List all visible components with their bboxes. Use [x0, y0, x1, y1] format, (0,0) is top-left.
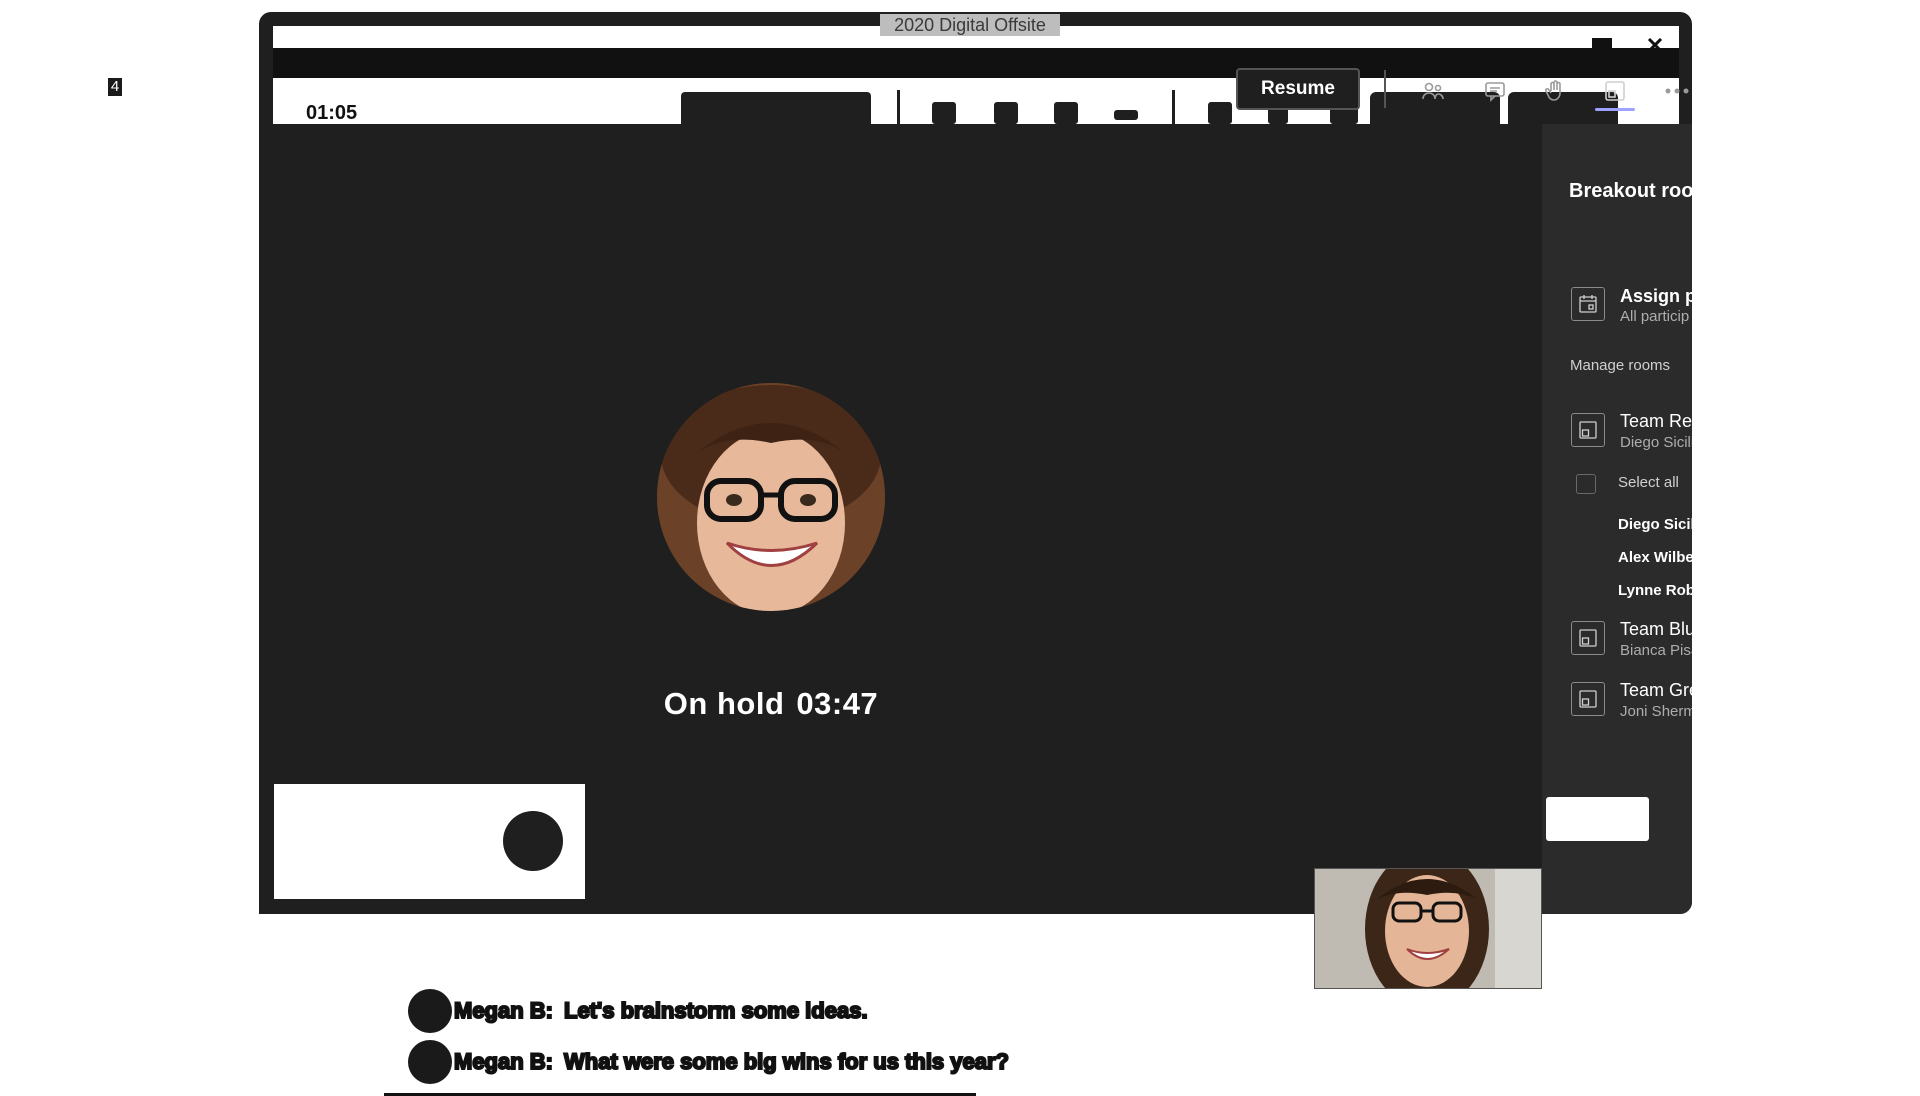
divider — [1172, 90, 1175, 124]
header-bar — [273, 48, 1679, 78]
more-options-icon[interactable] — [1660, 74, 1694, 108]
people-small-icon[interactable] — [1054, 102, 1078, 124]
participant-avatar — [657, 383, 885, 611]
member-name[interactable]: Alex Wilbe — [1618, 549, 1694, 566]
room-sub-green: Joni Sherm — [1620, 703, 1696, 720]
room-name-red[interactable]: Team Red — [1620, 411, 1702, 432]
active-tab-indicator — [1595, 108, 1635, 111]
self-view-video — [1314, 868, 1542, 989]
chat-text: Let's brainstorm some ideas. — [563, 997, 869, 1024]
room-sub-blue: Bianca Pisa — [1620, 642, 1700, 659]
call-timer: 01:05 — [306, 102, 358, 124]
member-name[interactable]: Diego Sicili — [1618, 516, 1699, 533]
manage-rooms-label: Manage rooms — [1570, 357, 1671, 374]
breakout-rooms-icon[interactable] — [1598, 74, 1632, 108]
people-icon[interactable] — [1416, 74, 1450, 108]
chat-text: What were some big wins for us this year… — [563, 1048, 1010, 1075]
divider — [897, 90, 900, 124]
room-icon[interactable] — [1571, 621, 1605, 655]
assign-participants-sub: All particip — [1620, 308, 1690, 325]
hold-timer: 03:47 — [796, 686, 879, 721]
chat-sender: Megan B: — [453, 1048, 554, 1075]
toolbar-divider — [1384, 70, 1386, 108]
camera-icon[interactable] — [932, 102, 956, 124]
avatar — [408, 1040, 452, 1084]
chat-message: Megan B: What were some big wins for us … — [408, 1039, 1010, 1085]
chat-icon[interactable] — [1478, 74, 1512, 108]
raise-hand-icon[interactable] — [1538, 74, 1572, 108]
room-icon[interactable] — [1571, 413, 1605, 447]
controls-group[interactable] — [681, 92, 871, 124]
stray-number: 4 — [108, 78, 122, 96]
assign-participants-icon[interactable] — [1571, 287, 1605, 321]
chat-sender: Megan B: — [453, 997, 554, 1024]
room-sub-red: Diego Sicili — [1620, 434, 1695, 451]
participant-tile-avatar — [503, 811, 563, 871]
resume-button[interactable]: Resume — [1236, 68, 1360, 110]
chat-message: Megan B: Let's brainstorm some ideas. — [408, 988, 869, 1034]
hold-label: On hold — [663, 686, 785, 721]
room-icon[interactable] — [1571, 682, 1605, 716]
more-small-icon[interactable] — [1114, 110, 1138, 120]
share-icon[interactable] — [994, 102, 1018, 124]
select-all-label: Select all — [1618, 474, 1679, 491]
window-title: 2020 Digital Offsite — [880, 14, 1060, 36]
select-all-checkbox[interactable] — [1576, 474, 1596, 494]
hold-status: On hold 03:47 — [640, 686, 902, 722]
device-icon[interactable] — [1208, 102, 1232, 124]
panel-action-button[interactable] — [1546, 797, 1649, 841]
page-background — [1692, 124, 1920, 1080]
avatar — [408, 989, 452, 1033]
